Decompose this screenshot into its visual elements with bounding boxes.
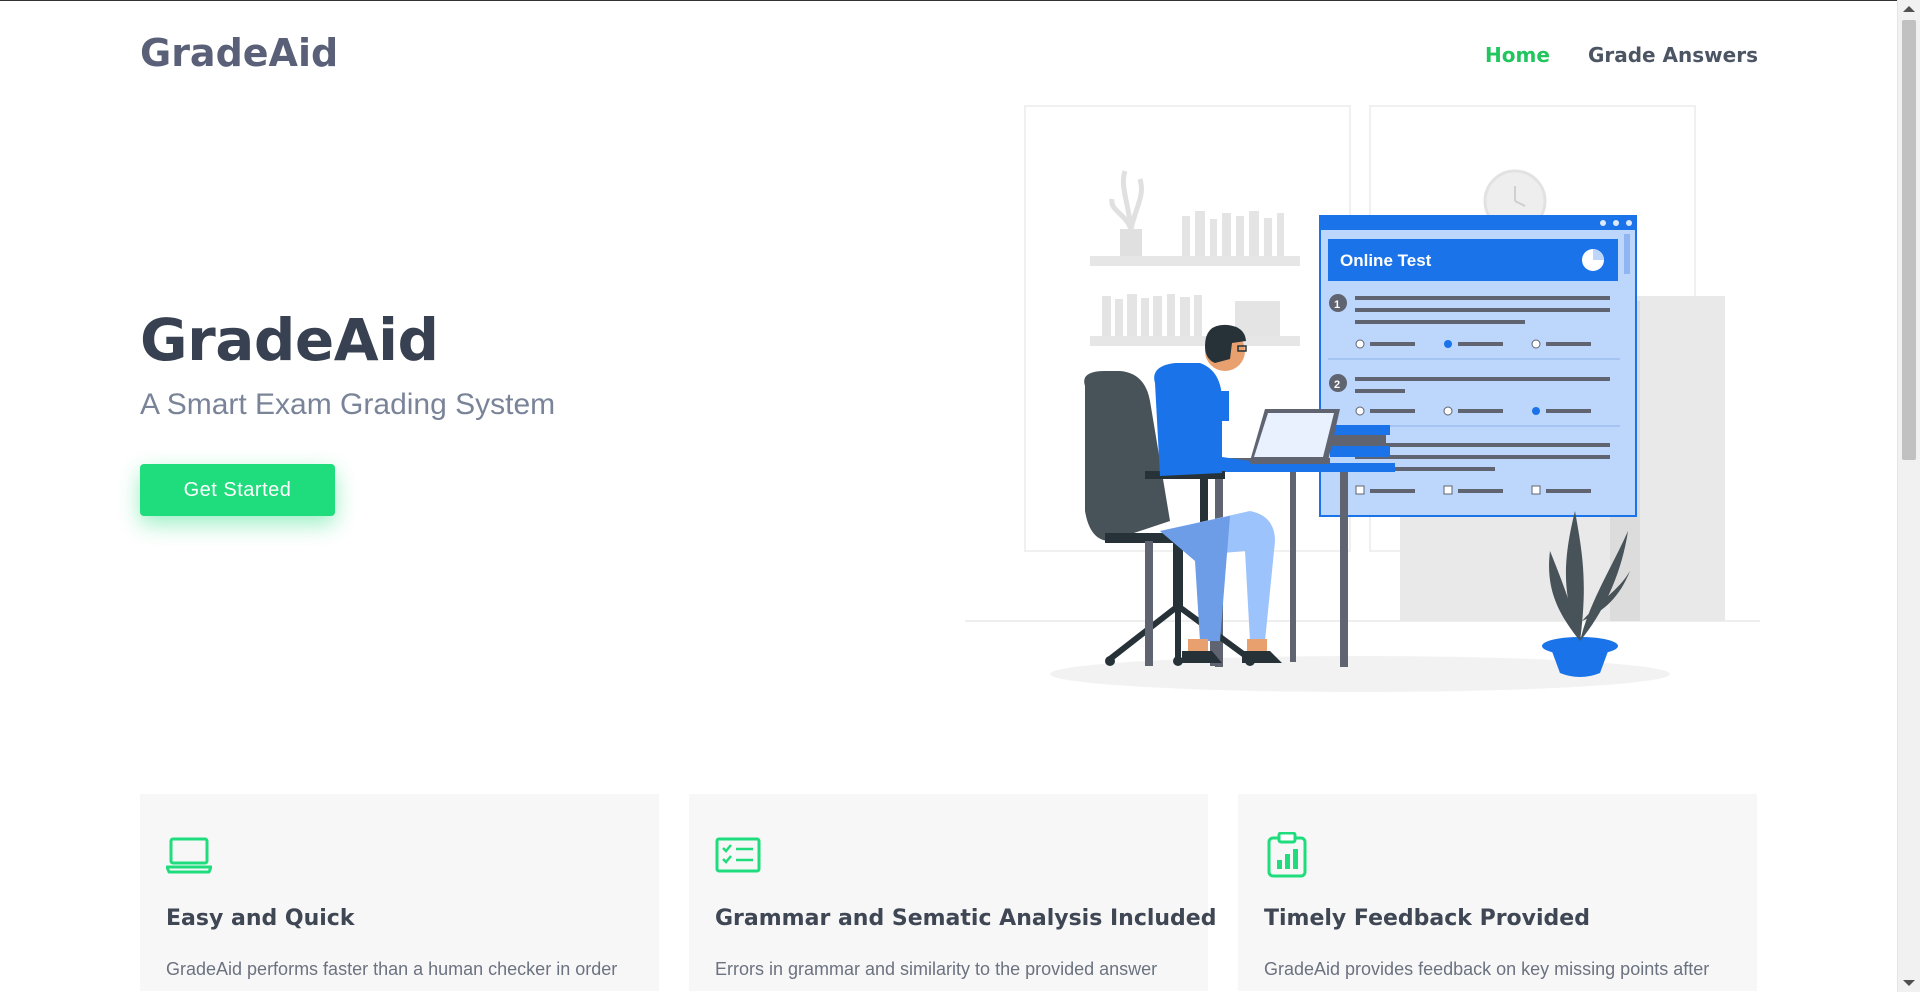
brand-logo[interactable]: GradeAid: [140, 31, 338, 75]
laptop-icon: [166, 837, 212, 874]
nav-grade-answers-link[interactable]: Grade Answers: [1588, 43, 1758, 67]
main-nav: Home Grade Answers: [1485, 43, 1758, 67]
feature-description: Errors in grammar and similarity to the …: [715, 959, 1158, 979]
features-section: Easy and Quick GradeAid performs faster …: [140, 794, 1757, 991]
nav-home-link[interactable]: Home: [1485, 43, 1550, 67]
feature-description: GradeAid performs faster than a human ch…: [166, 959, 618, 979]
window-title-text: Online Test: [1340, 251, 1432, 270]
get-started-button[interactable]: Get Started: [140, 464, 335, 516]
shelf-top: [1090, 256, 1300, 266]
hero-subtitle: A Smart Exam Grading System: [140, 388, 556, 421]
clipboard-chart-icon: [1267, 832, 1307, 878]
feature-title: Timely Feedback Provided: [1264, 906, 1590, 931]
question-1-number: 1: [1334, 299, 1340, 311]
scroll-up-arrow-icon[interactable]: [1903, 6, 1915, 12]
feature-card: Grammar and Sematic Analysis Included Er…: [689, 794, 1216, 991]
feature-title: Grammar and Sematic Analysis Included: [715, 906, 1217, 931]
scrollbar-thumb[interactable]: [1902, 20, 1916, 460]
checklist-icon: [715, 837, 761, 873]
shelf-bottom: [1090, 336, 1300, 346]
feature-title: Easy and Quick: [166, 906, 355, 931]
vertical-scrollbar[interactable]: [1897, 0, 1920, 992]
page: GradeAid Home Grade Answers GradeAid A S…: [0, 1, 1898, 991]
feature-card: Easy and Quick GradeAid performs faster …: [140, 794, 659, 991]
question-2-number: 2: [1334, 379, 1340, 391]
scroll-down-arrow-icon[interactable]: [1903, 980, 1915, 986]
feature-description: GradeAid provides feedback on key missin…: [1264, 959, 1710, 979]
online-test-illustration: Online Test 1 2: [965, 105, 1760, 692]
feature-card: Timely Feedback Provided GradeAid provid…: [1238, 794, 1757, 991]
hero-title: GradeAid: [140, 306, 439, 374]
